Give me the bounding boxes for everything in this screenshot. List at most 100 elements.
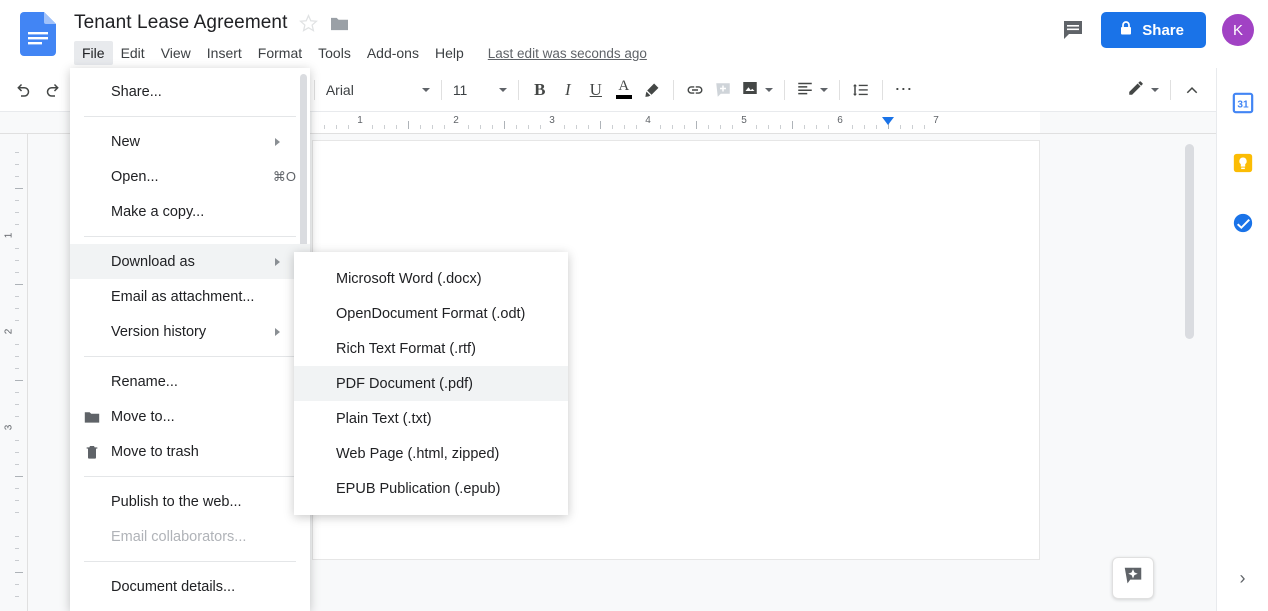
menu-edit[interactable]: Edit [113, 41, 153, 65]
ruler-tick [15, 212, 19, 213]
file-menu-item-label: Move to trash [111, 443, 199, 460]
align-dropdown[interactable] [792, 76, 832, 104]
ruler-tick [420, 125, 421, 129]
ruler-tick [15, 512, 19, 513]
editing-mode-dropdown[interactable] [1123, 76, 1163, 104]
file-menu-item[interactable]: Download as [70, 244, 310, 279]
font-family-dropdown[interactable]: Arial [322, 76, 434, 104]
last-edit-status[interactable]: Last edit was seconds ago [488, 46, 647, 61]
file-menu-item[interactable]: Rename... [70, 364, 310, 399]
link-icon[interactable] [681, 76, 709, 104]
font-size-dropdown[interactable]: 11 [449, 76, 511, 104]
line-spacing-icon[interactable] [847, 76, 875, 104]
download-format-item[interactable]: Microsoft Word (.docx) [294, 261, 568, 296]
ruler-tick [15, 392, 19, 393]
explore-sparkle-icon [1122, 565, 1144, 592]
file-menu-item[interactable]: Publish to the web... [70, 484, 310, 519]
ruler-number: 2 [3, 328, 15, 335]
ruler-tick [672, 125, 673, 129]
ruler-tick [15, 164, 19, 165]
file-menu-item[interactable]: Make a copy... [70, 194, 310, 229]
file-menu-item: Email collaborators... [70, 519, 310, 554]
file-menu-item-label: Publish to the web... [111, 493, 242, 510]
ruler-tick [15, 308, 19, 309]
download-format-item[interactable]: PDF Document (.pdf) [294, 366, 568, 401]
google-calendar-icon[interactable]: 31 [1232, 92, 1254, 114]
move-to-folder-icon[interactable] [330, 15, 349, 32]
download-format-item[interactable]: EPUB Publication (.epub) [294, 471, 568, 506]
insert-image-dropdown[interactable] [737, 76, 777, 104]
ruler-tick [612, 125, 613, 129]
insert-image-icon [741, 79, 759, 100]
italic-button[interactable]: I [554, 76, 582, 104]
text-color-button[interactable]: A [610, 76, 638, 104]
ruler-tick [15, 416, 19, 417]
ruler-tick [15, 188, 23, 189]
collapse-toolbar-button[interactable] [1178, 76, 1206, 104]
add-comment-icon[interactable] [709, 76, 737, 104]
explore-button[interactable] [1112, 557, 1154, 599]
download-format-item[interactable]: Plain Text (.txt) [294, 401, 568, 436]
google-docs-window: Tenant Lease Agreement File Edit View In… [0, 0, 1268, 611]
ruler-tick [804, 125, 805, 129]
download-format-item[interactable]: Web Page (.html, zipped) [294, 436, 568, 471]
menu-tools[interactable]: Tools [310, 41, 359, 65]
menu-file[interactable]: File [74, 41, 113, 65]
app-header: Tenant Lease Agreement File Edit View In… [0, 0, 1268, 68]
ruler-tick [444, 125, 445, 129]
right-indent-marker[interactable] [882, 117, 894, 125]
file-menu-item[interactable]: New [70, 124, 310, 159]
expand-panel-chevron-icon[interactable]: › [1240, 569, 1246, 587]
ruler-tick [15, 536, 19, 537]
bold-button[interactable]: B [526, 76, 554, 104]
file-menu-item[interactable]: Email as attachment... [70, 279, 310, 314]
ruler-number: 6 [837, 115, 843, 126]
file-menu-item[interactable]: Document details... [70, 569, 310, 604]
share-button-label: Share [1142, 21, 1184, 39]
chevron-down-icon [1151, 87, 1159, 92]
ruler-tick [780, 125, 781, 129]
menu-help[interactable]: Help [427, 41, 472, 65]
highlight-pen-icon[interactable] [638, 76, 666, 104]
file-menu-item[interactable]: Move to trash [70, 434, 310, 469]
submenu-arrow-icon [275, 327, 296, 336]
google-keep-icon[interactable] [1232, 152, 1254, 174]
share-button[interactable]: Share [1101, 12, 1206, 48]
file-menu-item-label: New [111, 133, 141, 150]
file-menu-item[interactable]: Share... [70, 74, 310, 109]
ruler-tick [564, 125, 565, 129]
vertical-scrollbar[interactable] [1185, 144, 1194, 339]
vertical-ruler[interactable]: 1 2 3 [0, 134, 28, 611]
file-menu-item[interactable]: Open... ⌘O [70, 159, 310, 194]
ruler-tick [15, 260, 19, 261]
redo-icon[interactable] [38, 76, 66, 104]
menu-view[interactable]: View [153, 41, 199, 65]
google-tasks-icon[interactable] [1232, 212, 1254, 234]
download-format-item[interactable]: OpenDocument Format (.odt) [294, 296, 568, 331]
avatar[interactable]: K [1222, 14, 1254, 46]
ruler-tick [588, 125, 589, 129]
page-title[interactable]: Tenant Lease Agreement [74, 12, 287, 34]
ruler-tick [372, 125, 373, 129]
menu-addons[interactable]: Add-ons [359, 41, 427, 65]
menu-insert[interactable]: Insert [199, 41, 250, 65]
download-format-label: OpenDocument Format (.odt) [336, 305, 526, 322]
file-menu-item[interactable]: Version history [70, 314, 310, 349]
ruler-tick [636, 125, 637, 129]
ruler-tick [684, 125, 685, 129]
ruler-number: 3 [3, 424, 15, 431]
star-outline-icon[interactable] [299, 13, 319, 33]
file-menu-item[interactable]: Move to... [70, 399, 310, 434]
menu-format[interactable]: Format [250, 41, 310, 65]
menu-bar: File Edit View Insert Format Tools Add-o… [74, 40, 647, 66]
comment-icon[interactable] [1061, 18, 1085, 42]
undo-icon[interactable] [10, 76, 38, 104]
download-format-item[interactable]: Rich Text Format (.rtf) [294, 331, 568, 366]
underline-button[interactable]: U [582, 76, 610, 104]
submenu-arrow-icon [275, 137, 296, 146]
more-options-button[interactable]: ⋯ [890, 76, 918, 104]
ruler-tick [15, 176, 19, 177]
ruler-tick [924, 125, 925, 129]
toolbar-divider [881, 79, 883, 100]
docs-file-icon[interactable] [20, 12, 56, 56]
